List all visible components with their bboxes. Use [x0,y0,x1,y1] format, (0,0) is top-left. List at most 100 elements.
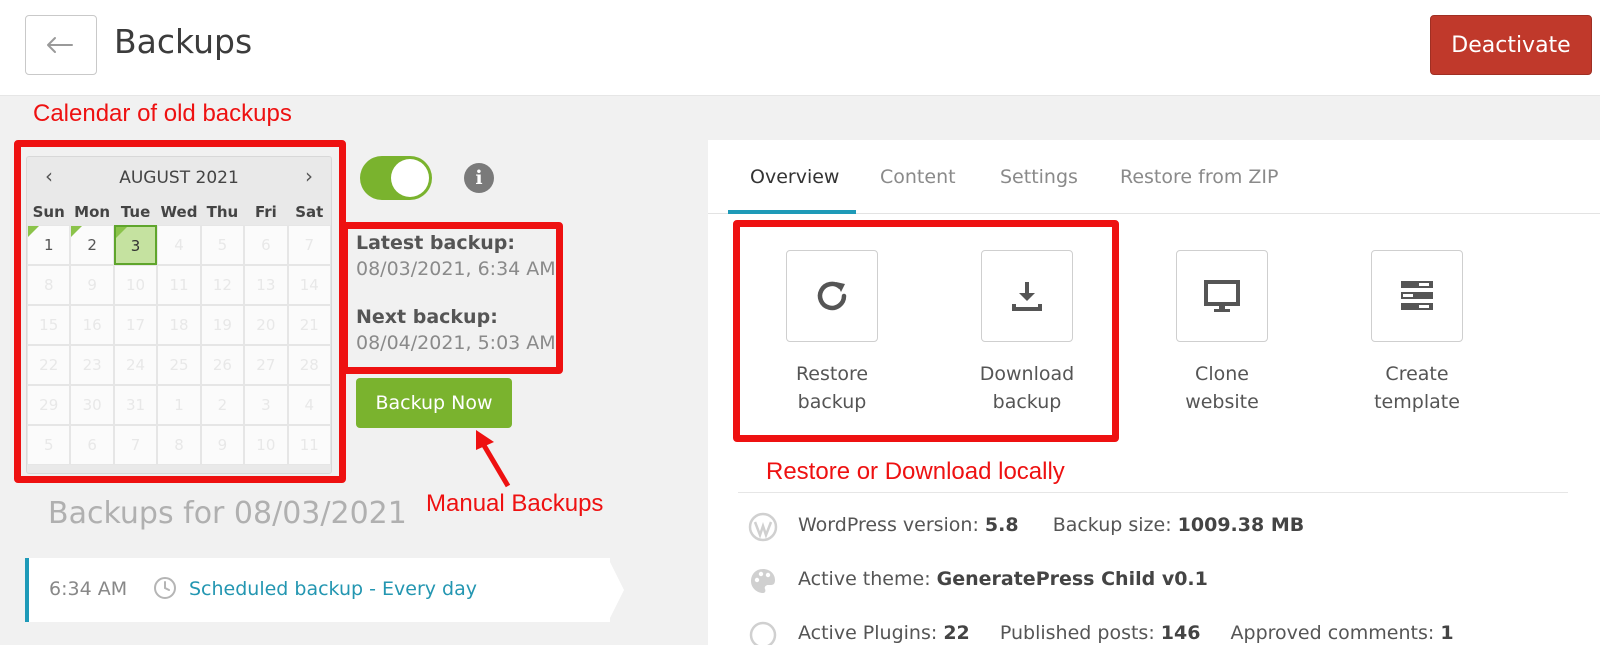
annotation-restore-download: Restore or Download locally [766,458,1065,485]
calendar-day: 21 [287,305,331,345]
calendar-day: 22 [27,345,71,385]
calendar-day: 25 [157,345,201,385]
tab-overview[interactable]: Overview [750,166,839,188]
calendar-day: 10 [244,425,288,465]
published-posts-value: 146 [1160,622,1201,644]
calendar-day[interactable]: 2 [70,225,114,265]
weekday-label: Mon [74,203,111,221]
create-template-label: Create template [1352,360,1482,416]
calendar-header: ‹ AUGUST 2021 › [27,157,331,197]
template-icon [1401,281,1433,310]
calendar-day: 18 [157,305,201,345]
create-template-label-line1: Create [1385,363,1449,385]
calendar-day: 5 [27,425,71,465]
clone-website-button[interactable]: Clone website [1157,250,1287,416]
overview-panel: Overview Content Settings Restore from Z… [708,140,1600,645]
calendar-day: 7 [113,425,158,465]
next-backup-value: 08/04/2021, 5:03 AM [356,332,556,354]
section-divider [738,492,1568,493]
next-month-icon[interactable]: › [297,165,321,189]
calendar-day: 3 [244,385,288,425]
calendar-day: 2 [200,385,245,425]
download-backup-tile [981,250,1073,342]
backup-info: Latest backup: 08/03/2021, 6:34 AM Next … [356,232,556,354]
restore-backup-label-line1: Restore [795,363,869,385]
calendar-day: 7 [287,225,331,265]
calendar-day: 20 [244,305,288,345]
weekday-label: Sun [32,203,65,221]
weekday-label: Tue [120,203,151,221]
calendar-day: 10 [113,265,158,305]
restore-backup-label: Restore backup [767,360,897,416]
calendar-day: 12 [200,265,245,305]
back-button[interactable] [25,15,97,75]
tab-restore-from-zip[interactable]: Restore from ZIP [1120,166,1278,188]
backup-size-label: Backup size: [1052,514,1172,536]
meta-counts-text: Active Plugins: 22 Published posts: 146 … [798,622,1454,644]
calendar-day: 14 [287,265,331,305]
weekday-label: Sat [295,203,324,221]
active-plugins-label: Active Plugins: [798,622,938,644]
annotation-manual: Manual Backups [426,490,604,517]
deactivate-button[interactable]: Deactivate [1430,15,1592,75]
calendar-day: 16 [70,305,114,345]
backup-entry-pointer [608,558,624,622]
calendar-day: 13 [244,265,288,305]
calendar-day: 11 [287,425,331,465]
calendar-day: 11 [157,265,201,305]
create-template-tile [1371,250,1463,342]
download-backup-button[interactable]: Download backup [962,250,1092,416]
calendar-day: 15 [27,305,71,345]
create-template-button[interactable]: Create template [1352,250,1482,416]
backup-actions: Restore backup Download backup Clone web… [708,250,1600,450]
weekday-label: Wed [160,203,198,221]
calendar-day: 23 [70,345,114,385]
calendar-day: 31 [113,385,158,425]
annotation-arrow-icon [476,430,511,488]
back-arrow-icon [47,37,73,53]
active-tab-indicator [728,210,856,214]
restore-backup-label-line2: backup [797,391,867,413]
weekday-label: Thu [206,203,239,221]
backup-size-value: 1009.38 MB [1177,514,1305,536]
info-icon[interactable]: i [464,163,494,193]
approved-comments-label: Approved comments: [1230,622,1435,644]
toggle-knob [391,159,429,197]
backup-entry[interactable]: 6:34 AM Scheduled backup - Every day [25,558,610,622]
backup-entry-link[interactable]: Scheduled backup - Every day [189,578,477,600]
restore-backup-tile [786,250,878,342]
download-backup-label-line1: Download [979,363,1075,385]
approved-comments-value: 1 [1440,622,1454,644]
calendar-day: 27 [244,345,288,385]
clone-website-tile [1176,250,1268,342]
download-backup-label-line2: backup [992,391,1062,413]
calendar-day: 4 [157,225,201,265]
wp-version-value: 5.8 [984,514,1019,536]
monitor-icon [1204,280,1240,312]
tab-bar: Overview Content Settings Restore from Z… [708,140,1600,214]
published-posts-label: Published posts: [999,622,1155,644]
calendar-day: 19 [200,305,245,345]
latest-backup-value: 08/03/2021, 6:34 AM [356,258,556,280]
calendar-day: 9 [200,425,245,465]
active-theme-label: Active theme: [798,568,931,590]
calendar-day: 1 [157,385,201,425]
calendar-day[interactable]: 1 [27,225,71,265]
clock-icon [154,577,176,599]
clone-website-label-line2: website [1185,391,1259,413]
backup-entry-time: 6:34 AM [49,578,128,600]
tab-content[interactable]: Content [880,166,956,188]
wordpress-icon [748,512,778,542]
calendar-weekdays: Sun Mon Tue Wed Thu Fri Sat [27,203,331,221]
tab-settings[interactable]: Settings [1000,166,1078,188]
backup-now-button[interactable]: Backup Now [356,378,512,428]
calendar-day: 8 [157,425,201,465]
calendar-day[interactable]: 3 [113,225,158,265]
calendar-day: 4 [287,385,331,425]
calendar-day: 26 [200,345,245,385]
active-plugins-value: 22 [943,622,970,644]
backup-toggle[interactable] [360,156,432,200]
calendar-grid: 1 2 3 4 5 6 7 8 9 10 11 12 13 14 15 16 17 18 19 20 21 22 23 24 2… [27,225,331,465]
restore-backup-button[interactable]: Restore backup [767,250,897,416]
create-template-label-line2: template [1374,391,1460,413]
